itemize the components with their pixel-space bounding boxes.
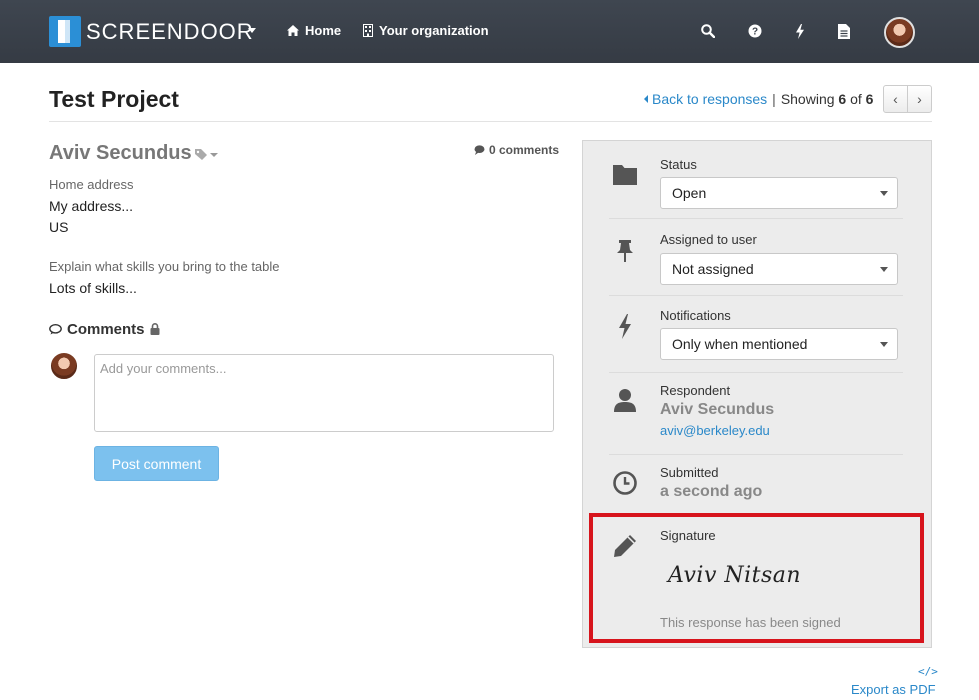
nav-home-label: Home: [305, 23, 342, 38]
comments-heading-label: Comments: [67, 321, 145, 338]
comments-icon: [474, 145, 485, 155]
assigned-user-select[interactable]: Not assigned: [660, 253, 898, 285]
nav-organization-label: Your organization: [379, 23, 489, 38]
lock-icon: [150, 323, 160, 335]
submitted-label: Submitted: [660, 465, 719, 480]
export-pdf-link[interactable]: Export as PDF: [851, 682, 936, 697]
embed-code-icon[interactable]: </>: [918, 665, 938, 678]
field-value-skills: Lots of skills...: [49, 280, 137, 296]
submitted-value: a second ago: [660, 483, 763, 500]
chevron-down-icon: [880, 191, 888, 196]
field-value-home-address-line2: US: [49, 219, 69, 235]
post-comment-button[interactable]: Post comment: [94, 446, 219, 481]
sidebar-divider: [609, 372, 903, 373]
brand-name[interactable]: SCREENDOOR: [86, 19, 254, 45]
chevron-down-icon: [880, 267, 888, 272]
respondent-name: Aviv Secundus: [660, 401, 775, 418]
user-icon: [614, 389, 636, 412]
notifications-label: Notifications: [660, 308, 731, 323]
sidebar-divider: [609, 454, 903, 455]
sidebar-divider: [609, 218, 903, 219]
status-label: Status: [660, 157, 697, 172]
tag-icon[interactable]: [194, 148, 220, 162]
back-to-responses-link[interactable]: Back to responses: [644, 91, 767, 107]
nav-organization-link[interactable]: Your organization: [363, 23, 489, 38]
respondent-heading: Aviv Secundus: [49, 142, 192, 164]
comment-bubble-icon: [49, 324, 62, 335]
svg-text:?: ?: [752, 27, 758, 38]
folder-icon: [613, 165, 637, 185]
status-select-value: Open: [672, 185, 707, 201]
bolt-icon[interactable]: [791, 22, 809, 40]
document-icon[interactable]: [835, 22, 853, 40]
signature-highlight-box: [589, 513, 924, 643]
field-value-home-address-line1: My address...: [49, 198, 134, 214]
previous-response-button[interactable]: ‹: [883, 85, 908, 113]
showing-count: Showing 6 of 6: [780, 91, 874, 107]
chevron-down-icon: [880, 342, 888, 347]
comments-count[interactable]: 0 comments: [474, 143, 559, 157]
respondent-label: Respondent: [660, 383, 731, 398]
back-to-responses-label: Back to responses: [652, 91, 768, 107]
clock-icon: [613, 471, 637, 495]
assigned-label: Assigned to user: [660, 232, 757, 247]
respondent-email-link[interactable]: aviv@berkeley.edu: [660, 423, 770, 438]
assigned-user-select-value: Not assigned: [672, 261, 754, 277]
nav-home-link[interactable]: Home: [287, 23, 341, 38]
separator: |: [772, 91, 776, 107]
comments-heading: Comments: [49, 321, 145, 338]
search-icon[interactable]: [699, 22, 717, 40]
header-divider: [49, 121, 932, 122]
sidebar-divider: [609, 295, 903, 296]
brand-caret-icon[interactable]: [248, 28, 256, 33]
notifications-select-value: Only when mentioned: [672, 336, 808, 352]
field-label-skills: Explain what skills you bring to the tab…: [49, 259, 280, 274]
chevron-right-icon: ›: [917, 91, 922, 107]
user-avatar[interactable]: [884, 17, 915, 48]
response-navigation: Back to responses | Showing 6 of 6: [644, 91, 873, 107]
status-select[interactable]: Open: [660, 177, 898, 209]
chevron-left-icon: ‹: [893, 91, 898, 107]
screendoor-logo-icon[interactable]: [49, 16, 81, 47]
commenter-avatar: [49, 351, 79, 381]
page-title: Test Project: [49, 86, 179, 112]
building-icon: [363, 24, 373, 37]
next-response-button[interactable]: ›: [907, 85, 932, 113]
top-navbar: SCREENDOOR Home Your organization ?: [0, 0, 979, 63]
home-icon: [287, 25, 299, 36]
question-icon[interactable]: ?: [746, 22, 764, 40]
pushpin-icon: [617, 240, 633, 262]
field-label-home-address: Home address: [49, 177, 134, 192]
comment-input[interactable]: [94, 354, 554, 432]
comments-count-label: 0 comments: [489, 143, 560, 157]
notifications-select[interactable]: Only when mentioned: [660, 328, 898, 360]
bolt-icon: [619, 314, 631, 339]
caret-left-icon: [644, 95, 648, 103]
